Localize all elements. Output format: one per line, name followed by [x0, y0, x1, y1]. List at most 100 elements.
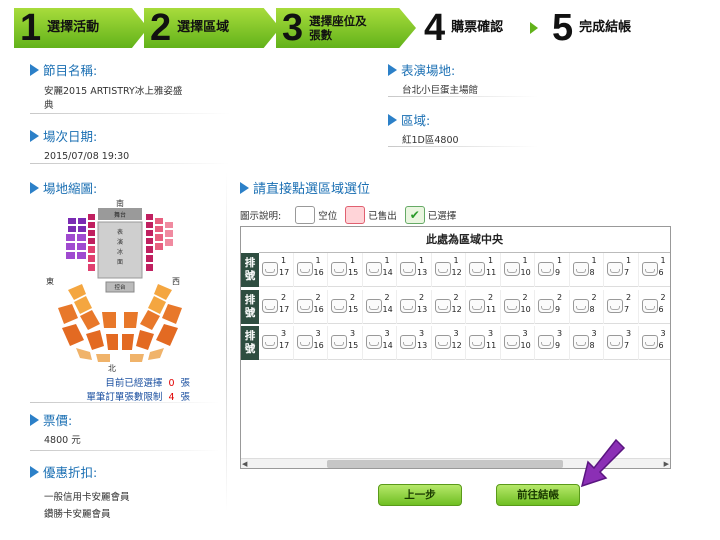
empty-seat-icon[interactable] [469, 335, 485, 349]
seat[interactable]: 1 10 [501, 253, 535, 287]
seat-number: 6 [658, 305, 664, 314]
empty-seat-icon[interactable] [572, 335, 589, 349]
step-3-number: 3 [282, 7, 304, 49]
scroll-right-icon[interactable]: ▶ [664, 460, 669, 468]
seat[interactable]: 26 [639, 290, 671, 324]
seat[interactable]: 2 14 [363, 290, 397, 324]
empty-seat-icon[interactable] [331, 262, 347, 276]
seat-number: 6 [658, 341, 664, 350]
empty-seat-icon[interactable] [607, 335, 623, 349]
empty-seat-icon[interactable] [296, 299, 313, 313]
seat[interactable]: 2 15 [328, 290, 363, 324]
seat[interactable]: 37 [604, 326, 639, 360]
empty-seat-icon[interactable] [641, 335, 658, 349]
empty-seat-icon[interactable] [400, 299, 416, 313]
seat[interactable]: 1 13 [397, 253, 432, 287]
empty-seat-icon[interactable] [296, 335, 313, 349]
seat-number: 9 [555, 268, 561, 277]
seat-row-number: 1 [453, 256, 459, 265]
empty-seat-icon[interactable] [434, 299, 451, 313]
seat-number: 11 [486, 268, 497, 277]
seat[interactable]: 3 17 [259, 326, 294, 360]
empty-seat-icon[interactable] [469, 299, 485, 313]
empty-seat-icon[interactable] [331, 299, 347, 313]
empty-seat-icon[interactable] [365, 299, 382, 313]
seat[interactable]: 19 [535, 253, 570, 287]
empty-seat-icon[interactable] [400, 262, 416, 276]
empty-seat-icon[interactable] [607, 262, 623, 276]
empty-seat-icon[interactable] [572, 299, 589, 313]
empty-seat-icon[interactable] [434, 262, 451, 276]
seat[interactable]: 3 15 [328, 326, 363, 360]
seat[interactable]: 17 [604, 253, 639, 287]
empty-seat-icon[interactable] [503, 299, 520, 313]
seat[interactable]: 2 16 [294, 290, 328, 324]
seat[interactable]: 2 13 [397, 290, 432, 324]
step-3: 3 選擇座位及 張數 [276, 8, 416, 48]
row-label: 排號 [241, 326, 259, 360]
seat[interactable]: 29 [535, 290, 570, 324]
seat[interactable]: 2 17 [259, 290, 294, 324]
empty-seat-icon[interactable] [262, 335, 278, 349]
seat[interactable]: 3 12 [432, 326, 466, 360]
seat-row-number: 1 [626, 256, 632, 265]
seat-row-number: 1 [660, 256, 666, 265]
empty-seat-icon[interactable] [538, 299, 554, 313]
seat[interactable]: 1 15 [328, 253, 363, 287]
seat[interactable]: 18 [570, 253, 604, 287]
empty-seat-icon[interactable] [365, 262, 382, 276]
step-1-label: 選擇活動 [47, 20, 100, 35]
seat[interactable]: 2 11 [466, 290, 501, 324]
seat[interactable]: 3 16 [294, 326, 328, 360]
empty-seat-icon[interactable] [538, 262, 554, 276]
limit-count-line: 單筆訂單張數限制 4 張 [40, 389, 190, 403]
seat-number: 14 [382, 341, 393, 350]
empty-seat-icon[interactable] [296, 262, 313, 276]
seat-number: 11 [486, 305, 497, 314]
empty-seat-icon[interactable] [538, 335, 554, 349]
seat[interactable]: 28 [570, 290, 604, 324]
previous-step-button[interactable]: 上一步 [378, 484, 462, 506]
seat[interactable]: 1 14 [363, 253, 397, 287]
seat[interactable]: 36 [639, 326, 671, 360]
scrollbar-thumb[interactable] [327, 460, 563, 468]
empty-seat-icon[interactable] [503, 335, 520, 349]
seat[interactable]: 27 [604, 290, 639, 324]
seat[interactable]: 39 [535, 326, 570, 360]
seat[interactable]: 1 17 [259, 253, 294, 287]
discount-option-2[interactable]: 鑽勝卡安麗會員 [44, 506, 220, 523]
seat-row-number: 2 [591, 293, 597, 302]
empty-seat-icon[interactable] [262, 299, 278, 313]
seat[interactable]: 38 [570, 326, 604, 360]
empty-seat-icon[interactable] [503, 262, 520, 276]
empty-seat-icon[interactable] [572, 262, 589, 276]
seat[interactable]: 3 14 [363, 326, 397, 360]
seat[interactable]: 3 11 [466, 326, 501, 360]
seat-grid[interactable]: 此處為區域中央 排號 1 17 1 16 1 15 1 14 1 13 1 12 1 11 1 10 1 9 1 8 1 7… [240, 226, 671, 469]
seat[interactable]: 3 10 [501, 326, 535, 360]
empty-seat-icon[interactable] [607, 299, 623, 313]
venue-map[interactable]: 南 東 西 北 舞台 表 演 冰 面 控台 [46, 198, 196, 373]
step-2: 2 選擇區域 [144, 8, 280, 48]
seat[interactable]: 3 13 [397, 326, 432, 360]
empty-seat-icon[interactable] [434, 335, 451, 349]
scroll-left-icon[interactable]: ◀ [242, 460, 247, 468]
seat[interactable]: 2 12 [432, 290, 466, 324]
checkout-button[interactable]: 前往結帳 [496, 484, 580, 506]
empty-seat-icon[interactable] [469, 262, 485, 276]
seat[interactable]: 16 [639, 253, 671, 287]
seat[interactable]: 1 11 [466, 253, 501, 287]
seat[interactable]: 1 16 [294, 253, 328, 287]
empty-seat-icon[interactable] [400, 335, 416, 349]
compass-east: 東 [46, 277, 54, 286]
empty-seat-icon[interactable] [331, 335, 347, 349]
discount-option-1[interactable]: 一般信用卡安麗會員 [44, 489, 220, 506]
empty-seat-icon[interactable] [641, 299, 658, 313]
empty-seat-icon[interactable] [641, 262, 658, 276]
seat[interactable]: 1 12 [432, 253, 466, 287]
seat-row-number: 3 [557, 329, 563, 338]
seat-number: 8 [589, 268, 595, 277]
empty-seat-icon[interactable] [365, 335, 382, 349]
seat[interactable]: 2 10 [501, 290, 535, 324]
empty-seat-icon[interactable] [262, 262, 278, 276]
